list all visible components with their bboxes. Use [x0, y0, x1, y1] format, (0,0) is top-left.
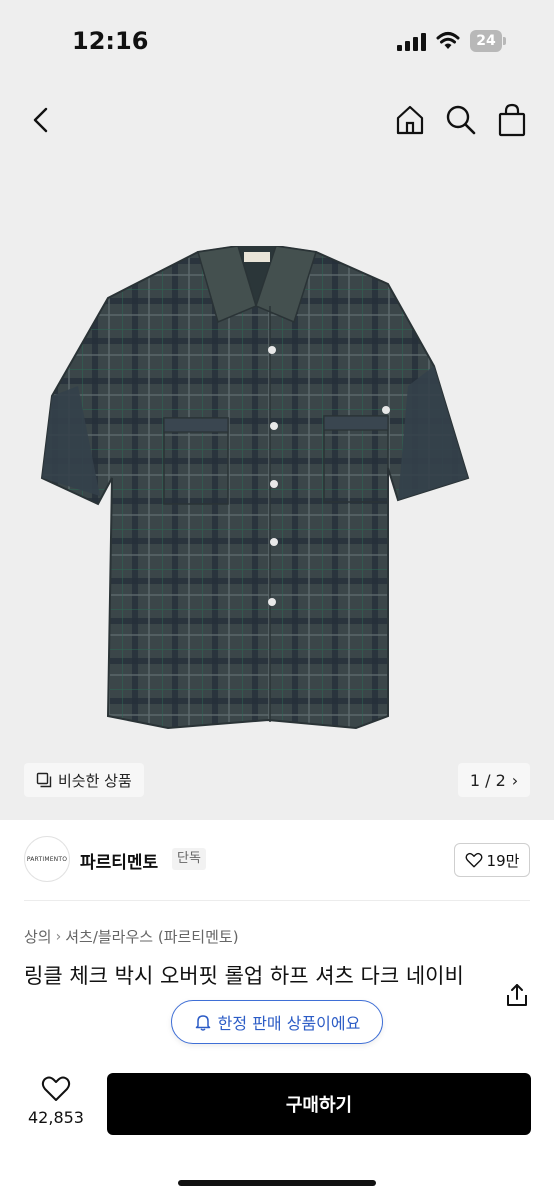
search-icon[interactable] — [445, 104, 477, 136]
divider — [24, 900, 530, 901]
image-pager[interactable]: 1 / 2 › — [458, 763, 530, 797]
chevron-right-icon: › — [55, 928, 62, 945]
breadcrumb-subcategory[interactable]: 셔츠/블라우스 (파르티멘토) — [65, 926, 238, 947]
wifi-icon — [436, 32, 460, 49]
pager-text: 1 / 2 — [469, 770, 506, 790]
buy-button[interactable]: 구매하기 — [107, 1073, 531, 1135]
product-title: 링클 체크 박시 오버핏 롤업 하프 셔츠 다크 네이비 — [24, 964, 464, 988]
breadcrumb-category[interactable]: 상의 — [24, 926, 52, 947]
home-indicator — [178, 1180, 376, 1186]
similar-products-label: 비슷한 상품 — [58, 771, 132, 790]
bell-icon — [195, 1015, 210, 1031]
brand-name[interactable]: 파르티멘토 — [80, 848, 158, 873]
breadcrumb: 상의 › 셔츠/블라우스 (파르티멘토) — [24, 926, 239, 947]
wishlist-button[interactable]: 42,853 — [24, 1074, 88, 1132]
brand-like-count: 19만 — [486, 851, 520, 870]
heart-icon — [465, 852, 483, 868]
status-time: 12:16 — [72, 27, 149, 55]
wishlist-count: 42,853 — [28, 1108, 84, 1127]
chevron-right-icon: › — [511, 770, 519, 790]
copy-icon — [36, 772, 52, 788]
limited-sale-text: 한정 판매 상품이에요 — [217, 1014, 361, 1033]
chevron-left-icon[interactable] — [26, 104, 56, 136]
battery-level: 24 — [470, 30, 502, 52]
brand-logo[interactable]: PARTIMENTO — [24, 836, 70, 882]
home-icon[interactable] — [394, 104, 426, 136]
exclusive-badge: 단독 — [172, 848, 206, 870]
shopping-bag-icon[interactable] — [496, 103, 528, 137]
brand-row[interactable]: PARTIMENTO 파르티멘토 단독 19만 — [24, 836, 530, 884]
limited-sale-notice: 한정 판매 상품이에요 — [171, 1000, 383, 1044]
shirt-image — [40, 246, 470, 730]
heart-icon — [41, 1076, 71, 1101]
cellular-signal-icon — [397, 33, 426, 51]
status-bar: 12:16 24 — [0, 0, 554, 84]
similar-products-button[interactable]: 비슷한 상품 — [24, 763, 144, 797]
brand-like-button[interactable]: 19만 — [454, 843, 530, 877]
share-icon[interactable] — [504, 982, 530, 1008]
battery-icon: 24 — [470, 30, 506, 52]
